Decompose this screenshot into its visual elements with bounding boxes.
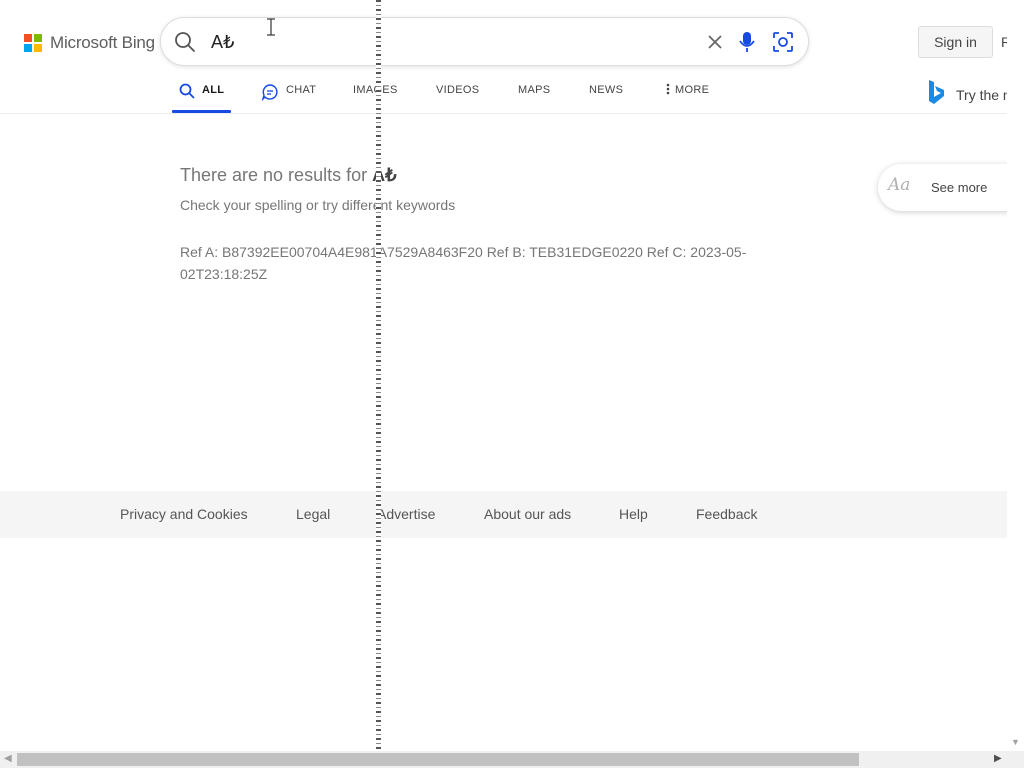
copilot-link[interactable]: Try the n — [927, 79, 1011, 110]
scrollbar-thumb[interactable] — [17, 753, 859, 766]
tab-maps[interactable]: MAPS — [518, 84, 550, 113]
search-box[interactable]: A₺ — [160, 17, 809, 66]
tab-label: VIDEOS — [436, 84, 480, 96]
search-icon — [179, 83, 195, 102]
spelling-hint: Check your spelling or try different key… — [180, 197, 456, 213]
visual-search-icon[interactable] — [771, 30, 795, 59]
no-results-text: There are no results for — [180, 165, 368, 185]
tab-all[interactable]: ALL — [171, 83, 232, 113]
more-vertical-icon — [666, 83, 670, 100]
scroll-down-icon[interactable]: ▼ — [1011, 737, 1020, 747]
reference-ids: Ref A: B87392EE00704A4E981A7529A8463F20 … — [180, 244, 747, 282]
tab-label: MAPS — [518, 84, 551, 96]
tab-label: ALL — [202, 84, 225, 96]
tab-label: NEWS — [589, 84, 624, 96]
scroll-left-icon[interactable]: ◀ — [4, 753, 12, 764]
tab-news[interactable]: NEWS — [589, 84, 623, 113]
microphone-icon[interactable] — [738, 30, 756, 59]
footer-link-feedback[interactable]: Feedback — [696, 506, 757, 522]
footer: Privacy and Cookies Legal Advertise Abou… — [0, 491, 1007, 538]
tab-more[interactable]: MORE — [666, 83, 710, 113]
font-style-icon: Aa — [888, 175, 911, 195]
footer-link-advertise[interactable]: Advertise — [377, 506, 435, 522]
see-more-panel[interactable]: Aa See more — [878, 164, 1018, 211]
scroll-right-icon[interactable]: ▶ — [994, 753, 1002, 764]
render-artifact-line — [376, 0, 381, 750]
scope-tabs: ALL CHAT IMAGES VIDEOS MAPS NEWS MORE — [0, 74, 1007, 114]
text-cursor-icon — [265, 18, 277, 41]
bing-logo[interactable]: Microsoft Bing — [24, 33, 155, 53]
tab-label: MORE — [675, 84, 710, 96]
see-more-label: See more — [931, 180, 988, 195]
footer-link-help[interactable]: Help — [619, 506, 648, 522]
footer-link-legal[interactable]: Legal — [296, 506, 330, 522]
tab-chat[interactable]: CHAT — [261, 84, 316, 113]
horizontal-scrollbar[interactable]: ◀ ▶ — [0, 751, 1024, 768]
search-input[interactable]: A₺ — [211, 32, 234, 53]
chat-icon — [261, 83, 279, 104]
tab-label: CHAT — [286, 84, 317, 96]
no-results-message: There are no results for A₺ — [180, 165, 397, 186]
sign-in-button[interactable]: Sign in — [918, 26, 993, 58]
footer-link-privacy[interactable]: Privacy and Cookies — [120, 506, 248, 522]
footer-link-about-ads[interactable]: About our ads — [484, 506, 571, 522]
close-icon[interactable] — [705, 31, 725, 58]
bing-copilot-icon — [927, 79, 945, 110]
microsoft-logo-icon — [24, 34, 42, 52]
vertical-scrollbar[interactable]: ▼ — [1007, 0, 1024, 751]
tab-videos[interactable]: VIDEOS — [436, 84, 479, 113]
search-icon[interactable] — [174, 31, 196, 58]
brand-name: Microsoft Bing — [50, 33, 155, 52]
copilot-label: Try the n — [956, 86, 1011, 103]
